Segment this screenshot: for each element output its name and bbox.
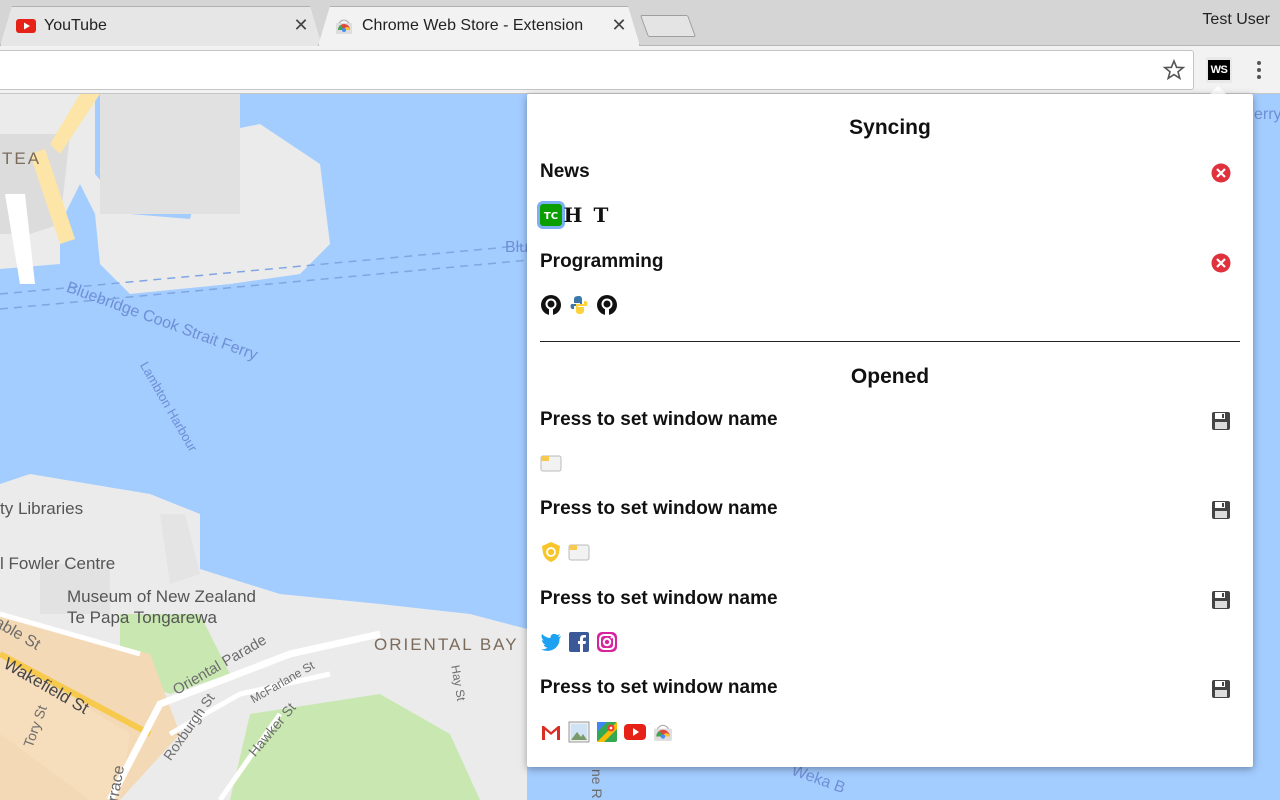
toolbar [0,46,1280,94]
section-divider [540,341,1240,342]
chrome-web-store-icon[interactable] [652,721,674,743]
window-favicons [540,631,618,653]
facebook-icon[interactable] [568,631,590,653]
map-label: erry [1254,106,1280,123]
photos-icon[interactable] [568,721,590,743]
synced-group-favicons: TC H T [537,201,612,229]
close-tab-icon[interactable]: ✕ [292,16,310,34]
tab-strip: YouTube ✕ Chrome Web Store - Extension ✕… [0,0,1280,46]
window-name[interactable]: Press to set window name [540,498,778,520]
address-bar[interactable] [0,50,1194,90]
gmail-icon[interactable] [540,721,562,743]
svg-text:T: T [594,204,609,226]
python-icon[interactable] [568,294,590,316]
map-label: Te Papa Tongarewa [67,608,217,627]
window-favicons [540,452,562,474]
window-name[interactable]: Press to set window name [540,588,778,610]
close-circle-icon[interactable] [1211,163,1231,183]
default-page-icon[interactable] [540,452,562,474]
google-maps-icon[interactable] [596,721,618,743]
syncing-title: Syncing [849,116,931,139]
bookmark-star-icon[interactable] [1162,58,1186,82]
twitter-icon[interactable] [540,631,562,653]
map-label: ORIENTAL BAY [374,635,519,654]
tab-title: Chrome Web Store - Extension [362,17,584,34]
extension-logo: WS [1208,60,1230,80]
map-label: TEA [2,149,42,168]
browser-menu-icon[interactable] [1252,58,1266,82]
chrome-web-store-icon [334,16,354,36]
tab-chrome-web-store[interactable]: Chrome Web Store - Extension ✕ [318,6,640,46]
close-circle-icon[interactable] [1211,253,1231,273]
opened-title: Opened [850,365,930,388]
nytimes-icon[interactable]: T [590,204,612,226]
window-name[interactable]: Press to set window name [540,409,778,431]
floppy-save-icon[interactable] [1211,500,1231,520]
synced-group-favicons [540,294,618,316]
instagram-icon[interactable] [596,631,618,653]
window-sync-extension-button[interactable]: WS [1206,57,1232,83]
github-icon[interactable] [540,294,562,316]
profile-name[interactable]: Test User [1202,11,1270,29]
floppy-save-icon[interactable] [1211,679,1231,699]
window-favicons [540,541,590,563]
floppy-save-icon[interactable] [1211,411,1231,431]
shield-icon[interactable] [540,541,562,563]
map-label: Blu [505,239,529,256]
tab-youtube[interactable]: YouTube ✕ [0,6,322,46]
close-tab-icon[interactable]: ✕ [610,16,628,34]
window-favicons [540,721,674,743]
svg-text:TC: TC [544,211,558,222]
map-label: Museum of New Zealand [67,587,256,606]
map-label: l Fowler Centre [0,554,116,573]
youtube-icon [16,16,36,36]
github-icon[interactable] [596,294,618,316]
map-label: ty Libraries [0,499,84,518]
huffpost-icon[interactable]: H [562,204,584,226]
floppy-save-icon[interactable] [1211,590,1231,610]
youtube-icon[interactable] [624,721,646,743]
window-sync-popup: Syncing News TC H T Programming Opened P… [527,94,1253,767]
techcrunch-icon[interactable]: TC [537,201,565,229]
synced-group-name[interactable]: News [540,161,590,183]
map-label: ne R [589,769,605,799]
default-page-icon[interactable] [568,541,590,563]
synced-group-name[interactable]: Programming [540,251,664,273]
window-name[interactable]: Press to set window name [540,677,778,699]
new-tab-button[interactable] [639,15,697,37]
svg-text:H: H [564,204,583,226]
tab-title: YouTube [44,17,107,34]
